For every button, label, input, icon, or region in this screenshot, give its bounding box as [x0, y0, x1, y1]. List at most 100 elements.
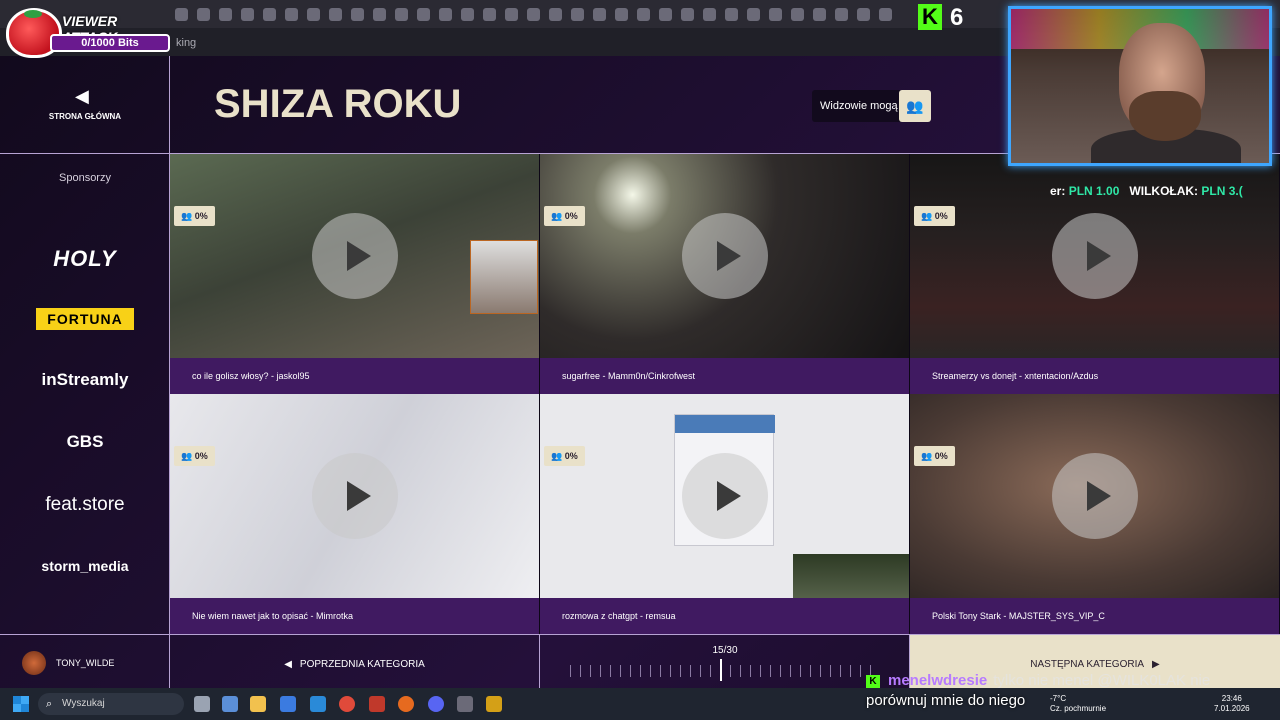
vote-percent-badge: 👥 0%	[174, 206, 215, 226]
sponsor-logo-gbs[interactable]: GBS	[0, 432, 170, 452]
vote-percent-badge: 👥 0%	[544, 446, 585, 466]
clip-card[interactable]: 👥 0% sugarfree - Mamm0n/Cinkrofwest	[540, 154, 910, 394]
app-icon[interactable]	[457, 696, 473, 712]
weather-desc: Cz. pochmurnie	[1050, 704, 1107, 713]
bookmark-icon[interactable]	[175, 7, 188, 21]
mail-icon[interactable]	[310, 696, 326, 712]
bookmark-icon[interactable]	[813, 7, 826, 21]
bookmark-icon[interactable]	[571, 7, 584, 21]
vote-percent-badge: 👥 0%	[914, 446, 955, 466]
bookmark-icon[interactable]	[527, 7, 540, 21]
sponsor-logo-fortuna[interactable]: FORTUNA	[36, 308, 134, 330]
firefox-icon[interactable]	[398, 696, 414, 712]
previous-category-label: POPRZEDNIA KATEGORIA	[299, 659, 425, 670]
back-label: STRONA GŁÓWNA	[48, 112, 122, 121]
visibility-label: Widzowie mogą	[812, 90, 906, 122]
play-icon[interactable]	[1052, 213, 1138, 299]
bookmark-icon[interactable]	[197, 7, 210, 21]
bookmark-icon[interactable]	[835, 7, 848, 21]
user-profile[interactable]: TONY_WILDE	[0, 635, 170, 689]
file-explorer-icon[interactable]	[250, 696, 266, 712]
next-category-label: NASTĘPNA KATEGORIA	[1030, 659, 1145, 670]
sponsor-logo-holy[interactable]: HOLY	[0, 246, 170, 272]
users-icon: 👥	[181, 211, 195, 221]
clip-card[interactable]: 👥 0% Polski Tony Stark - MAJSTER_SYS_VIP…	[910, 394, 1280, 634]
sponsor-logo-stormmedia[interactable]: storm_media	[0, 558, 170, 574]
streamer-webcam	[1008, 6, 1272, 166]
play-icon[interactable]	[312, 213, 398, 299]
clip-card[interactable]: 👥 0% Nie wiem nawet jak to opisać - Mimr…	[170, 394, 540, 634]
bookmark-icon[interactable]	[351, 7, 364, 21]
bookmark-icon[interactable]	[703, 7, 716, 21]
bookmark-icon[interactable]	[549, 7, 562, 21]
bookmark-icon[interactable]	[637, 7, 650, 21]
bookmark-icon[interactable]	[263, 7, 276, 21]
arrow-right-icon: ▶	[1152, 659, 1160, 670]
app-icon[interactable]	[486, 696, 502, 712]
store-icon[interactable]	[280, 696, 296, 712]
category-pager[interactable]: 15/30	[540, 635, 910, 689]
bookmark-icon[interactable]	[769, 7, 782, 21]
viewer-attack-bits: 0/1000 Bits	[50, 34, 170, 52]
vote-percent-badge: 👥 0%	[174, 446, 215, 466]
taskbar-search[interactable]: ⌕ Wyszukaj	[38, 693, 184, 715]
bookmark-icon[interactable]	[791, 7, 804, 21]
bookmark-icon[interactable]	[219, 7, 232, 21]
clock[interactable]: 23:46 7.01.2026	[1214, 694, 1250, 714]
bookmark-icon[interactable]	[241, 7, 254, 21]
play-icon[interactable]	[682, 453, 768, 539]
bookmark-icon[interactable]	[747, 7, 760, 21]
clock-date: 7.01.2026	[1214, 704, 1250, 713]
bookmark-icon[interactable]	[725, 7, 738, 21]
bookmark-icon[interactable]	[417, 7, 430, 21]
sponsor-logo-featstore[interactable]: feat.store	[0, 494, 170, 516]
play-icon[interactable]	[312, 453, 398, 539]
sponsors-sidebar: Sponsorzy HOLY FORTUNA inStreamly GBS fe…	[0, 154, 170, 634]
bookmark-icon[interactable]	[593, 7, 606, 21]
bookmark-icon[interactable]	[857, 7, 870, 21]
bookmark-icon[interactable]	[505, 7, 518, 21]
pager-current-marker	[719, 659, 722, 681]
bookmark-icon[interactable]	[879, 7, 892, 21]
clip-caption: sugarfree - Mamm0n/Cinkrofwest	[540, 358, 909, 394]
streamer-cam	[470, 240, 538, 314]
bookmark-icon[interactable]	[285, 7, 298, 21]
clip-caption: co ile golisz włosy? - jaskol95	[170, 358, 539, 394]
bookmark-icon[interactable]	[373, 7, 386, 21]
bookmark-icon[interactable]	[681, 7, 694, 21]
bookmark-icon[interactable]	[483, 7, 496, 21]
clip-card[interactable]: 👥 0% rozmowa z chatgpt - remsua	[540, 394, 910, 634]
users-icon[interactable]: 👥	[899, 90, 931, 122]
bookmark-icon[interactable]	[659, 7, 672, 21]
bookmark-icon[interactable]	[329, 7, 342, 21]
discord-icon[interactable]	[428, 696, 444, 712]
bookmark-icon[interactable]	[307, 7, 320, 21]
play-icon[interactable]	[1052, 453, 1138, 539]
task-view-icon[interactable]	[194, 696, 210, 712]
page-counter: 15/30	[712, 645, 738, 656]
tab-title[interactable]: king	[176, 37, 196, 49]
windows-start-icon[interactable]	[13, 696, 29, 712]
pager-ticks[interactable]	[570, 665, 880, 677]
bookmark-icon[interactable]	[461, 7, 474, 21]
users-icon: 👥	[181, 451, 195, 461]
app-icon[interactable]	[222, 696, 238, 712]
chat-username: menelwdresie	[888, 672, 988, 689]
bookmark-icon[interactable]	[395, 7, 408, 21]
kick-badge-icon: K	[866, 675, 880, 689]
clip-card[interactable]: 👥 0% co ile golisz włosy? - jaskol95	[170, 154, 540, 394]
chrome-icon[interactable]	[339, 696, 355, 712]
sponsor-logo-instreamly[interactable]: inStreamly	[0, 370, 170, 390]
clock-time: 23:46	[1221, 694, 1242, 703]
weather-temp: -7°C	[1050, 694, 1067, 703]
arrow-left-icon: ◀	[284, 659, 292, 670]
home-back-button[interactable]: ◀ STRONA GŁÓWNA	[0, 56, 170, 154]
app-icon[interactable]	[369, 696, 385, 712]
previous-category-button[interactable]: ◀ POPRZEDNIA KATEGORIA	[170, 635, 540, 689]
bookmark-icon[interactable]	[615, 7, 628, 21]
weather-widget[interactable]: -7°C Cz. pochmurnie	[1050, 694, 1106, 714]
play-icon[interactable]	[682, 213, 768, 299]
bookmark-icon[interactable]	[439, 7, 452, 21]
clip-caption: Nie wiem nawet jak to opisać - Mimrotka	[170, 598, 539, 634]
username: TONY_WILDE	[56, 658, 115, 668]
